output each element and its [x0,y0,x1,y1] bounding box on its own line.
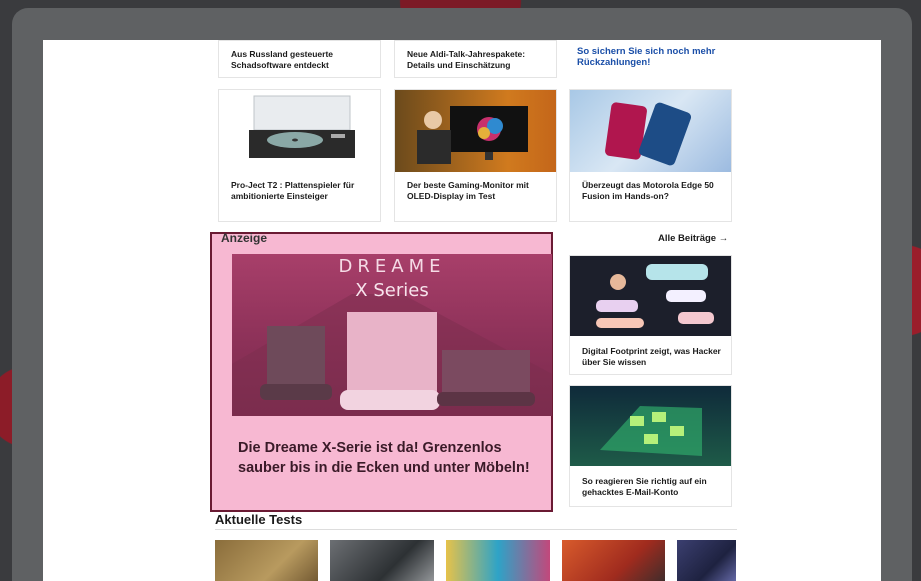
article-title: Aus Russland gesteuerte Schadsoftware en… [231,49,334,70]
article-title: Neue Aldi-Talk-Jahrespakete: Details und… [407,49,526,70]
test-thumb[interactable] [677,540,736,581]
turntable-image [219,90,380,172]
article-card-hacked-email[interactable]: So reagieren Sie richtig auf ein gehackt… [569,385,732,507]
ad-banner[interactable]: DREAME X Series Die Dreame X-Serie ist d… [210,232,553,512]
article-card-rueckzahlungen[interactable]: So sichern Sie sich noch mehr Rückzahlun… [569,40,732,78]
test-thumb[interactable] [330,540,434,581]
article-card-motorola[interactable]: Überzeugt das Motorola Edge 50 Fusion im… [569,89,732,222]
article-card-aldi[interactable]: Neue Aldi-Talk-Jahrespakete: Details und… [394,40,557,78]
dreame-ad-image: DREAME X Series [232,254,552,416]
test-thumb[interactable] [562,540,665,581]
article-card-turntable[interactable]: Pro-Ject T2 : Plattenspieler für ambitio… [218,89,381,222]
all-posts-link[interactable]: Alle Beiträge → [658,233,728,244]
article-title: Pro-Ject T2 : Plattenspieler für ambitio… [231,180,355,201]
test-thumb[interactable] [446,540,550,581]
article-title: Der beste Gaming-Monitor mit OLED-Displa… [407,180,529,201]
section-divider [215,529,737,530]
article-title: So reagieren Sie richtig auf ein gehackt… [582,476,707,497]
test-thumb[interactable] [215,540,318,581]
ad-brand-logo: DREAME [338,256,446,277]
digital-footprint-image [570,256,731,336]
article-title: Überzeugt das Motorola Edge 50 Fusion im… [582,180,714,201]
section-title-tests: Aktuelle Tests [215,512,303,527]
ad-label: Anzeige [221,231,268,245]
article-title: Digital Footprint zeigt, was Hacker über… [582,346,721,367]
gaming-monitor-image [395,90,556,172]
hacked-email-image [570,386,731,466]
promo-link[interactable]: So sichern Sie sich noch mehr Rückzahlun… [577,46,722,68]
article-card-russia[interactable]: Aus Russland gesteuerte Schadsoftware en… [218,40,381,78]
ad-series-title: X Series [355,280,429,301]
article-card-gaming-monitor[interactable]: Der beste Gaming-Monitor mit OLED-Displa… [394,89,557,222]
motorola-phones-image [570,90,731,172]
ad-headline: Die Dreame X-Serie ist da! Grenzenlos sa… [238,440,530,476]
article-card-digital-footprint[interactable]: Digital Footprint zeigt, was Hacker über… [569,255,732,375]
